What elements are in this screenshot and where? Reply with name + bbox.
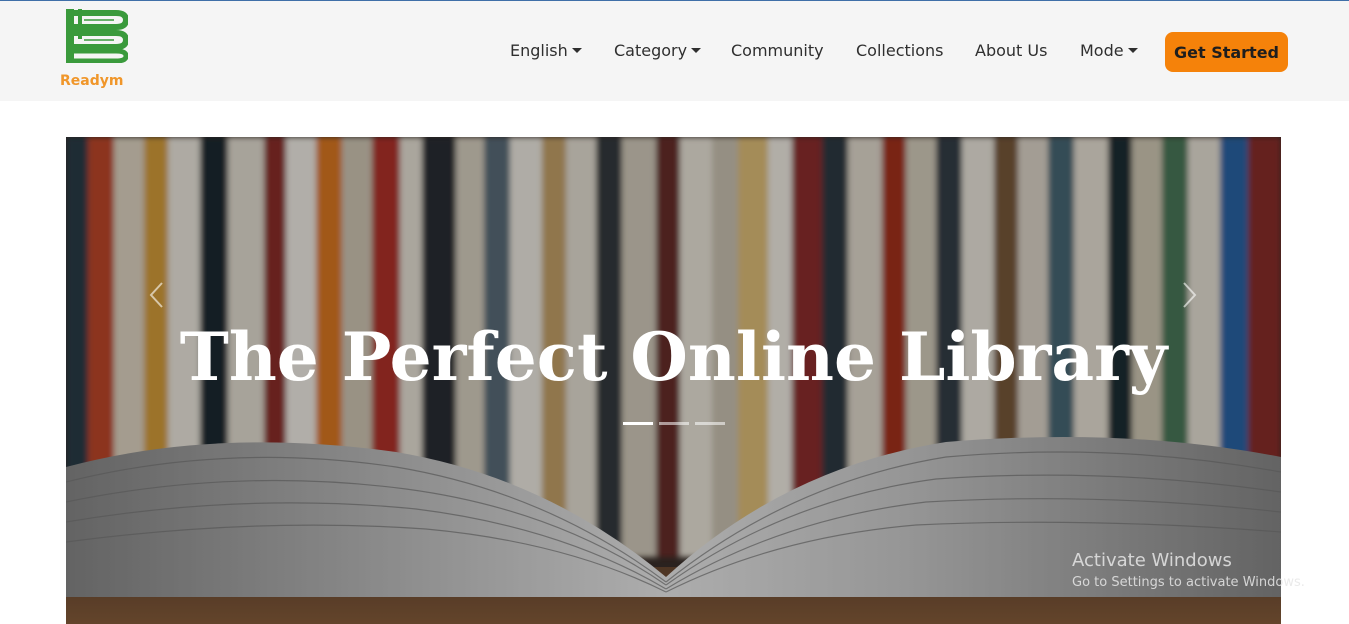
nav-mode-dropdown[interactable]: Mode xyxy=(1080,41,1138,60)
brand-logo[interactable]: Readym xyxy=(58,7,134,91)
watermark-title: Activate Windows xyxy=(1072,550,1232,571)
hero-title: The Perfect Online Library xyxy=(179,318,1168,396)
books-logo-icon xyxy=(66,9,128,63)
nav-about-us[interactable]: About Us xyxy=(975,41,1047,60)
watermark-subtitle: Go to Settings to activate Windows. xyxy=(1072,575,1305,590)
carousel-indicators xyxy=(623,422,733,426)
nav-collections[interactable]: Collections xyxy=(856,41,943,60)
navbar: Readym English Category Community Collec… xyxy=(0,1,1349,101)
nav-english-label: English xyxy=(510,41,568,60)
caret-down-icon xyxy=(691,48,702,53)
caret-down-icon xyxy=(1127,48,1138,53)
carousel-next-icon[interactable] xyxy=(1178,280,1200,310)
nav-english-dropdown[interactable]: English xyxy=(510,41,582,60)
carousel-indicator-1[interactable] xyxy=(623,422,653,425)
activate-windows-watermark: Activate Windows Go to Settings to activ… xyxy=(1072,550,1305,590)
nav-category-label: Category xyxy=(614,41,688,60)
nav-category-dropdown[interactable]: Category xyxy=(614,41,702,60)
nav-community[interactable]: Community xyxy=(731,41,824,60)
carousel-indicator-3[interactable] xyxy=(695,422,725,425)
caret-down-icon xyxy=(571,48,582,53)
carousel-indicator-2[interactable] xyxy=(659,422,689,425)
nav-mode-label: Mode xyxy=(1080,41,1124,60)
carousel-prev-icon[interactable] xyxy=(146,280,168,310)
get-started-button[interactable]: Get Started xyxy=(1165,32,1288,72)
brand-name: Readym xyxy=(60,73,124,89)
